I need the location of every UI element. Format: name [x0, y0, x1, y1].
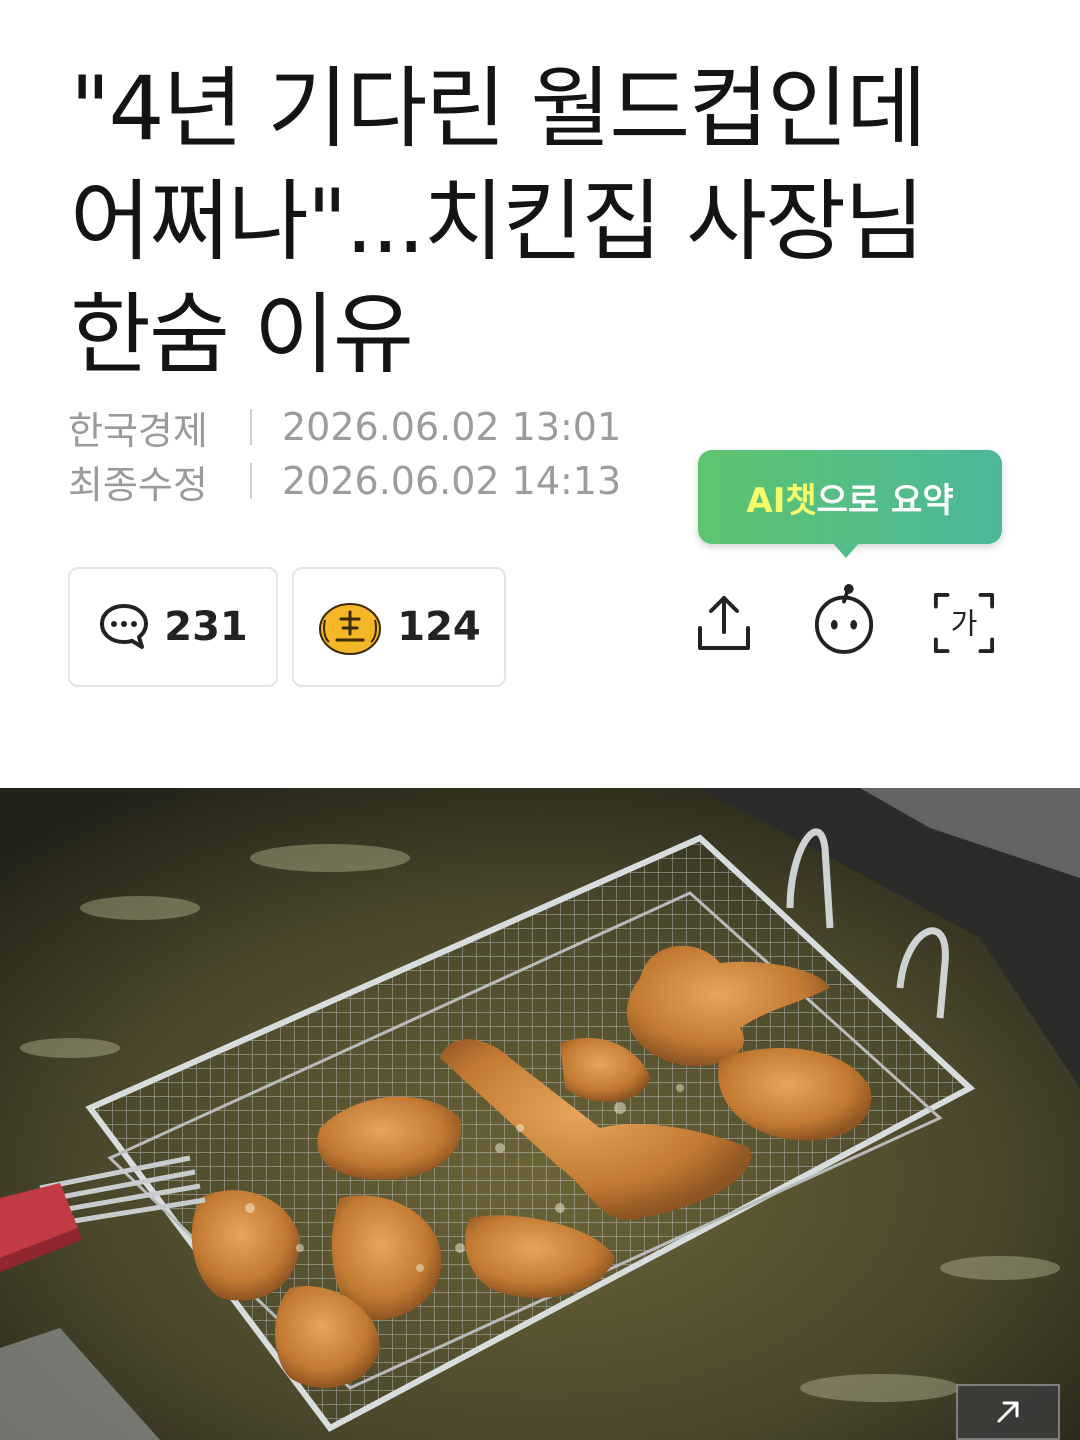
reaction-button[interactable]: 124 — [292, 567, 506, 687]
article-page: "4년 기다린 월드컵인데 어쩌나"...치킨집 사장님 한숨 이유 한국경제 … — [0, 0, 1080, 1440]
article-headline: "4년 기다린 월드컵인데 어쩌나"...치킨집 사장님 한숨 이유 — [70, 57, 927, 386]
meta-divider — [250, 463, 252, 499]
expand-arrow-icon — [997, 1401, 1019, 1423]
share-icon[interactable] — [692, 588, 756, 658]
font-size-glyph: 가 — [951, 607, 978, 641]
comment-count: 231 — [164, 604, 248, 650]
reaction-emoji-icon — [317, 598, 383, 656]
published-row: 한국경제 2026.06.02 13:01 — [68, 400, 621, 454]
modified-date: 2026.06.02 14:13 — [282, 459, 622, 503]
meta-divider — [250, 409, 252, 445]
article-photo[interactable] — [0, 788, 1080, 1440]
reaction-count: 124 — [397, 604, 481, 650]
published-date: 2026.06.02 13:01 — [282, 405, 622, 449]
ai-summary-text: 으로 요약 — [816, 480, 954, 521]
ai-summary-tooltip[interactable]: AI챗 으로 요약 — [698, 450, 1002, 558]
modified-row: 최종수정 2026.06.02 14:13 — [68, 454, 621, 508]
article-meta: 한국경제 2026.06.02 13:01 최종수정 2026.06.02 14… — [68, 400, 621, 508]
font-size-icon[interactable]: 가 — [932, 588, 996, 658]
publisher-label[interactable]: 한국경제 — [68, 400, 218, 455]
comment-icon — [98, 602, 150, 652]
expand-image-button[interactable] — [956, 1384, 1060, 1440]
ai-bot-icon[interactable] — [812, 582, 876, 654]
ai-summary-highlight: AI챗 — [746, 480, 817, 521]
fried-chicken-basket-image — [0, 788, 1080, 1440]
comment-button[interactable]: 231 — [68, 567, 278, 687]
modified-label: 최종수정 — [68, 462, 208, 507]
